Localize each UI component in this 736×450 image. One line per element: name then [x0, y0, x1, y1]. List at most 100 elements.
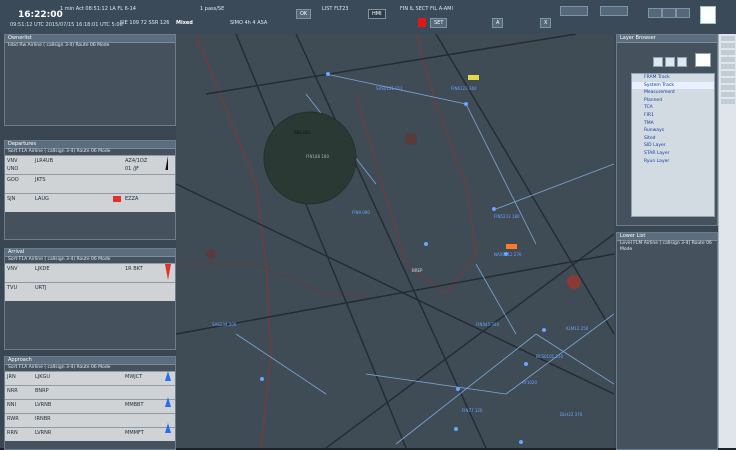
side-toolbar-item[interactable] — [721, 64, 735, 69]
layer-browser-panel[interactable]: Layer Browser FRAM Track System Track Me… — [616, 34, 718, 226]
layer-item[interactable]: FIR1 — [632, 112, 714, 120]
strip-field: 01 /JF — [125, 166, 139, 172]
highlight-marker-yellow[interactable] — [468, 75, 479, 80]
strip-callsign: LJKGU — [35, 374, 51, 380]
strip-field: 1R BKT — [125, 266, 143, 272]
flight-strip-row[interactable]: JRN LJKGU MWJCT — [5, 371, 175, 385]
track-label[interactable]: KLM12 250 — [566, 326, 588, 331]
layer-item[interactable]: TMA — [632, 120, 714, 128]
side-toolbar-item[interactable] — [721, 36, 735, 41]
status-group-1a: 1 min Act 08:51:12 LA FL 6-14 — [60, 6, 136, 12]
track-label[interactable]: FIN5233 180 — [494, 214, 520, 219]
track-label[interactable]: FIN188 180 — [306, 154, 329, 159]
sort-arrow-icon — [165, 371, 171, 433]
flight-strip-row[interactable]: NNI LVRNB MMBBT — [5, 399, 175, 413]
track-label[interactable]: FIN77 120 — [462, 408, 482, 413]
a-button[interactable]: A — [492, 18, 504, 28]
ok-button[interactable]: OK — [296, 9, 312, 19]
flight-strip-row[interactable]: RRN LVRNR MMMFT — [5, 427, 175, 441]
flight-strip-row[interactable]: TVU URTJ — [5, 282, 175, 301]
flight-strip-row[interactable]: GOO JKTS — [5, 174, 175, 193]
top-toolbar: 16:22:00 09:51:12 UTC 2015/07/15 16:18:0… — [0, 0, 736, 35]
panel-header: Lower List — [617, 233, 717, 241]
strip-field: MWJCT — [125, 374, 143, 380]
radar-map[interactable]: SAS0121 F12 FIN6123 360 BEE 001 FIN5233 … — [176, 34, 614, 448]
layer-item[interactable]: SID Layer — [632, 142, 714, 150]
strip-callsign: IRNBR — [35, 416, 51, 422]
strip-field: RWR — [7, 416, 19, 422]
arrival-panel[interactable]: Arrival Sort F1A Airline ( callsign 3-4)… — [4, 248, 176, 350]
collapse-icon[interactable] — [653, 57, 663, 67]
side-toolbar-item[interactable] — [721, 57, 735, 62]
departures-panel[interactable]: Departures Sort F1A Airline ( callsign 3… — [4, 140, 176, 240]
track-label[interactable]: FIN9 090 — [352, 210, 370, 215]
layer-item[interactable]: STAR Layer — [632, 150, 714, 158]
track-label[interactable]: FIN6123 360 — [451, 86, 477, 91]
track-label[interactable]: AY1020 — [522, 380, 537, 385]
minimize-icon[interactable] — [648, 8, 662, 18]
track-label[interactable]: FIN445 340 — [476, 322, 499, 327]
panel-subheader: Level FLM Airline ( callsign 3-4) Route … — [620, 241, 712, 252]
close-icon[interactable] — [676, 8, 690, 18]
track-label[interactable]: DLH22 370 — [560, 412, 582, 417]
panel-header: Departures — [5, 141, 175, 149]
strip-callsign: LVRNR — [35, 430, 52, 436]
lower-list-panel[interactable]: Lower List Level FLM Airline ( callsign … — [616, 232, 718, 450]
window-btn-2[interactable] — [600, 6, 628, 16]
flight-strip-row[interactable]: VNV UNO JLR4UB AZ4/1OZ 01 /JF — [5, 155, 175, 174]
track-label[interactable]: SAS0121 F12 — [376, 86, 403, 91]
track-label[interactable]: NAX0012 270 — [494, 252, 522, 257]
left-lists-area: Ownerlist Inbd Rw Airline ( callsign 3-4… — [0, 34, 176, 450]
strip-field: JRN — [7, 374, 16, 380]
x-button[interactable]: X — [540, 18, 552, 28]
strip-callsign: LVRNB — [35, 402, 52, 408]
flight-strip-row[interactable]: NRR BNRP — [5, 385, 175, 399]
expand-icon[interactable] — [665, 57, 675, 67]
filter-icon[interactable] — [677, 57, 687, 67]
highlight-marker-orange[interactable] — [506, 244, 517, 249]
flight-strip-row[interactable]: RWR IRNBR — [5, 413, 175, 427]
alert-marker — [113, 196, 121, 202]
layer-item[interactable]: System Track — [632, 81, 714, 90]
screen-toggle-icon[interactable] — [700, 6, 716, 24]
side-toolbar-item[interactable] — [721, 92, 735, 97]
track-label[interactable]: BEE 001 — [294, 130, 311, 135]
layer-item[interactable]: TCA — [632, 104, 714, 112]
ownerlist-panel[interactable]: Ownerlist Inbd Rw Airline ( callsign 3-4… — [4, 34, 176, 126]
layer-item[interactable]: Runways — [632, 127, 714, 135]
side-toolbar[interactable] — [718, 34, 736, 448]
hmi-button[interactable]: HMI — [368, 9, 386, 19]
strip-field: VNV — [7, 158, 18, 164]
panel-header: Arrival — [5, 249, 175, 257]
strip-field: TVU — [7, 285, 18, 291]
side-toolbar-item[interactable] — [721, 99, 735, 104]
layer-item[interactable]: Measurement — [632, 89, 714, 97]
layer-item[interactable]: FRAM Track — [632, 74, 714, 82]
layer-item[interactable]: Planned — [632, 97, 714, 105]
strip-field: UNO — [7, 166, 19, 172]
set-button[interactable]: SET — [430, 18, 448, 28]
track-label[interactable]: SAS234 200 — [212, 322, 236, 327]
flight-strip-row[interactable]: VNV LJKDE 1R BKT — [5, 263, 175, 282]
layer-item[interactable]: Ryun Layer — [632, 158, 714, 166]
alarm-indicator[interactable] — [418, 18, 426, 27]
side-toolbar-item[interactable] — [721, 43, 735, 48]
strip-field: GOO — [7, 177, 19, 183]
window-btn-1[interactable] — [560, 6, 588, 16]
strip-callsign: BNRP — [35, 388, 49, 394]
side-toolbar-item[interactable] — [721, 71, 735, 76]
approach-panel[interactable]: Approach Sort F1A Airline ( callsign 3-4… — [4, 356, 176, 450]
strip-field: NNI — [7, 402, 16, 408]
flight-strip-row[interactable]: SJN LAUG EZZA — [5, 193, 175, 212]
side-toolbar-item[interactable] — [721, 85, 735, 90]
track-label[interactable]: BCS0101 210 — [536, 354, 563, 359]
maximize-icon[interactable] — [662, 8, 676, 18]
strip-field: NRR — [7, 388, 18, 394]
settings-icon[interactable] — [695, 53, 711, 67]
map-text-label: BREP — [412, 268, 423, 273]
side-toolbar-item[interactable] — [721, 50, 735, 55]
clock-time: 16:22:00 — [18, 10, 63, 20]
strip-field: RRN — [7, 430, 18, 436]
layer-item[interactable]: Sited — [632, 135, 714, 143]
side-toolbar-item[interactable] — [721, 78, 735, 83]
